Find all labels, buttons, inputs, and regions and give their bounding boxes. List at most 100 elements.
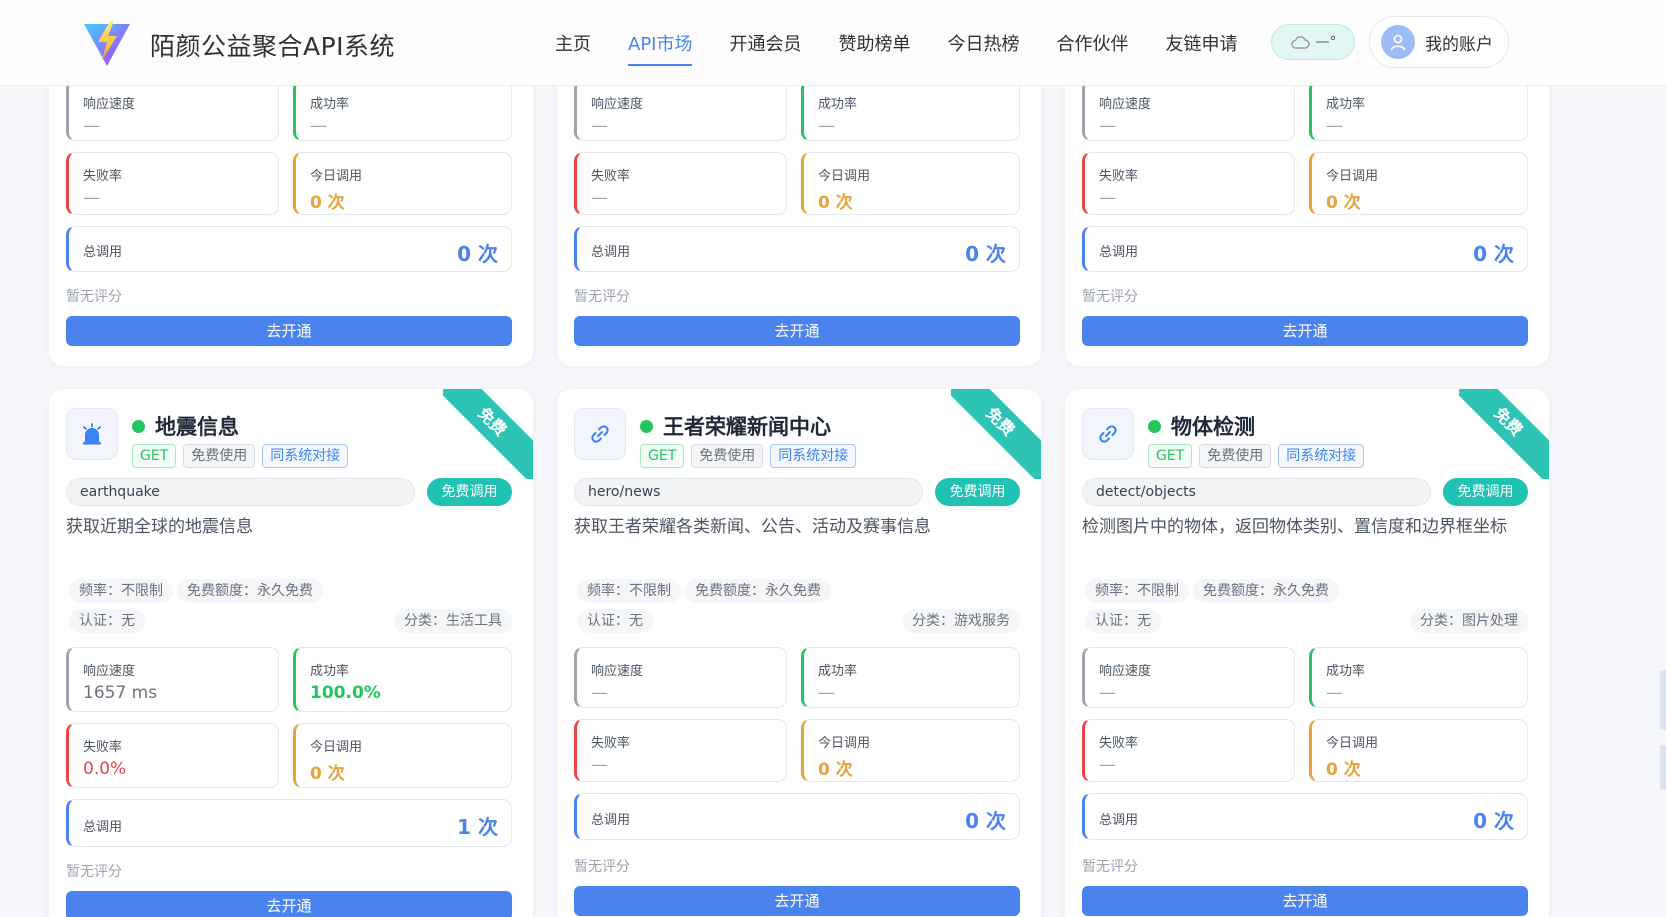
same-system-tag: 同系统对接 xyxy=(1278,444,1365,468)
open-button[interactable]: 去开通 xyxy=(1082,886,1528,916)
stat-failure-rate: 失败率 — xyxy=(1082,719,1295,782)
rating-text: 暂无评分 xyxy=(574,289,630,305)
api-card-object-detection[interactable]: 免费 物体检测 GET 免费使用 同系统对接 detect/objects 免费… xyxy=(1065,389,1549,917)
stat-today-calls: 今日调用 0 次 xyxy=(801,152,1020,215)
tag-list: GET 免费使用 同系统对接 xyxy=(640,444,857,468)
rating-text: 暂无评分 xyxy=(66,289,122,305)
frequency-pill: 频率：不限制 xyxy=(69,579,173,603)
quota-pill: 免费额度：永久免费 xyxy=(1193,579,1339,603)
frequency-pill: 频率：不限制 xyxy=(1085,579,1189,603)
free-ribbon: 免费 xyxy=(443,389,533,479)
weather-temp: —° xyxy=(1315,34,1337,50)
user-icon xyxy=(1390,34,1406,51)
link-icon xyxy=(574,408,626,460)
tag-list: GET 免费使用 同系统对接 xyxy=(1148,444,1365,468)
stat-success-rate: 成功率 — xyxy=(801,80,1020,141)
free-ribbon: 免费 xyxy=(1459,389,1549,479)
side-float-tab[interactable] xyxy=(1660,745,1666,790)
category-pill: 分类：游戏服务 xyxy=(902,609,1020,633)
nav-api-market[interactable]: API市场 xyxy=(628,0,693,86)
account-button[interactable]: 我的账户 xyxy=(1369,16,1509,68)
stat-total-calls: 总调用 0 次 xyxy=(66,226,512,272)
stat-failure-rate: 失败率 — xyxy=(66,152,279,215)
stat-failure-rate: 失败率 — xyxy=(1082,152,1295,215)
tag-list: GET 免费使用 同系统对接 xyxy=(132,444,349,468)
same-system-tag: 同系统对接 xyxy=(770,444,857,468)
api-title[interactable]: 王者荣耀新闻中心 xyxy=(663,411,831,441)
nav-hot-list[interactable]: 今日热榜 xyxy=(947,0,1019,86)
nav-membership[interactable]: 开通会员 xyxy=(729,0,801,86)
endpoint-path: detect/objects xyxy=(1082,478,1431,506)
rating-text: 暂无评分 xyxy=(66,864,122,880)
method-tag: GET xyxy=(132,444,177,468)
api-description: 获取近期全球的地震信息 xyxy=(66,517,253,537)
free-use-tag: 免费使用 xyxy=(183,444,256,468)
stat-total-calls: 总调用 0 次 xyxy=(574,793,1020,840)
endpoint-path: hero/news xyxy=(574,478,923,506)
open-button[interactable]: 去开通 xyxy=(574,886,1020,916)
nav-partners[interactable]: 合作伙伴 xyxy=(1056,0,1128,86)
api-title[interactable]: 物体检测 xyxy=(1171,411,1255,441)
open-button[interactable]: 去开通 xyxy=(66,891,512,917)
method-tag: GET xyxy=(1148,444,1193,468)
frequency-pill: 频率：不限制 xyxy=(577,579,681,603)
nav-home[interactable]: 主页 xyxy=(555,0,591,86)
free-call-badge[interactable]: 免费调用 xyxy=(935,478,1020,506)
auth-pill: 认证：无 xyxy=(69,609,145,633)
stat-total-calls: 总调用 1 次 xyxy=(66,799,512,847)
method-tag: GET xyxy=(640,444,685,468)
side-float-tab[interactable] xyxy=(1660,670,1666,730)
free-call-badge[interactable]: 免费调用 xyxy=(427,478,512,506)
stat-total-calls: 总调用 0 次 xyxy=(1082,793,1528,840)
free-use-tag: 免费使用 xyxy=(691,444,764,468)
auth-pill: 认证：无 xyxy=(577,609,653,633)
account-label: 我的账户 xyxy=(1425,34,1493,55)
api-description: 检测图片中的物体，返回物体类别、置信度和边界框坐标 xyxy=(1082,517,1507,537)
site-title[interactable]: 陌颜公益聚合API系统 xyxy=(150,27,395,63)
cloud-icon xyxy=(1290,36,1310,49)
stat-response-speed: 响应速度 — xyxy=(574,80,787,141)
stat-response-speed: 响应速度 — xyxy=(1082,80,1295,141)
stat-success-rate: 成功率 — xyxy=(293,80,512,141)
stat-today-calls: 今日调用 0 次 xyxy=(1309,152,1528,215)
api-card: 响应速度 — 成功率 — 失败率 — 今日调用 0 次 总调用 0 次 暂无评分… xyxy=(49,66,533,366)
stat-success-rate: 成功率 — xyxy=(1309,80,1528,141)
category-pill: 分类：生活工具 xyxy=(394,609,512,633)
open-button[interactable]: 去开通 xyxy=(1082,316,1528,346)
status-dot xyxy=(1148,419,1161,433)
api-title[interactable]: 地震信息 xyxy=(155,411,239,441)
stat-response-speed: 响应速度 — xyxy=(1082,647,1295,708)
nav-sponsors[interactable]: 赞助榜单 xyxy=(838,0,910,86)
open-button[interactable]: 去开通 xyxy=(574,316,1020,346)
stat-total-calls: 总调用 0 次 xyxy=(574,226,1020,272)
avatar xyxy=(1381,25,1415,59)
open-button[interactable]: 去开通 xyxy=(66,316,512,346)
title-row: 物体检测 xyxy=(1148,411,1255,441)
main-nav: 主页 API市场 开通会员 赞助榜单 今日热榜 合作伙伴 友链申请 xyxy=(555,0,1274,86)
stat-failure-rate: 失败率 0.0% xyxy=(66,723,279,788)
api-card-earthquake[interactable]: 免费 地震信息 GET 免费使用 同系统对接 earthquake 免费调用 获… xyxy=(49,389,533,917)
free-call-badge[interactable]: 免费调用 xyxy=(1443,478,1528,506)
free-use-tag: 免费使用 xyxy=(1199,444,1272,468)
stat-success-rate: 成功率 — xyxy=(1309,647,1528,708)
api-card-hero-news[interactable]: 免费 王者荣耀新闻中心 GET 免费使用 同系统对接 hero/news 免费调… xyxy=(557,389,1041,917)
weather-widget[interactable]: —° xyxy=(1271,24,1355,60)
rating-text: 暂无评分 xyxy=(1082,859,1138,875)
rating-text: 暂无评分 xyxy=(574,859,630,875)
stat-today-calls: 今日调用 0 次 xyxy=(1309,719,1528,782)
same-system-tag: 同系统对接 xyxy=(262,444,349,468)
stat-today-calls: 今日调用 0 次 xyxy=(293,723,512,788)
stat-success-rate: 成功率 100.0% xyxy=(293,647,512,712)
status-dot xyxy=(640,419,653,433)
stat-failure-rate: 失败率 — xyxy=(574,152,787,215)
title-row: 地震信息 xyxy=(132,411,239,441)
top-navbar: 陌颜公益聚合API系统 主页 API市场 开通会员 赞助榜单 今日热榜 合作伙伴… xyxy=(0,0,1666,86)
rating-text: 暂无评分 xyxy=(1082,289,1138,305)
stat-response-speed: 响应速度 1657 ms xyxy=(66,647,279,712)
nav-friend-links[interactable]: 友链申请 xyxy=(1165,0,1237,86)
vite-logo-icon[interactable] xyxy=(82,20,132,68)
title-row: 王者荣耀新闻中心 xyxy=(640,411,831,441)
stat-failure-rate: 失败率 — xyxy=(574,719,787,782)
api-card: 响应速度 — 成功率 — 失败率 — 今日调用 0 次 总调用 0 次 暂无评分… xyxy=(557,66,1041,366)
stat-response-speed: 响应速度 — xyxy=(66,80,279,141)
